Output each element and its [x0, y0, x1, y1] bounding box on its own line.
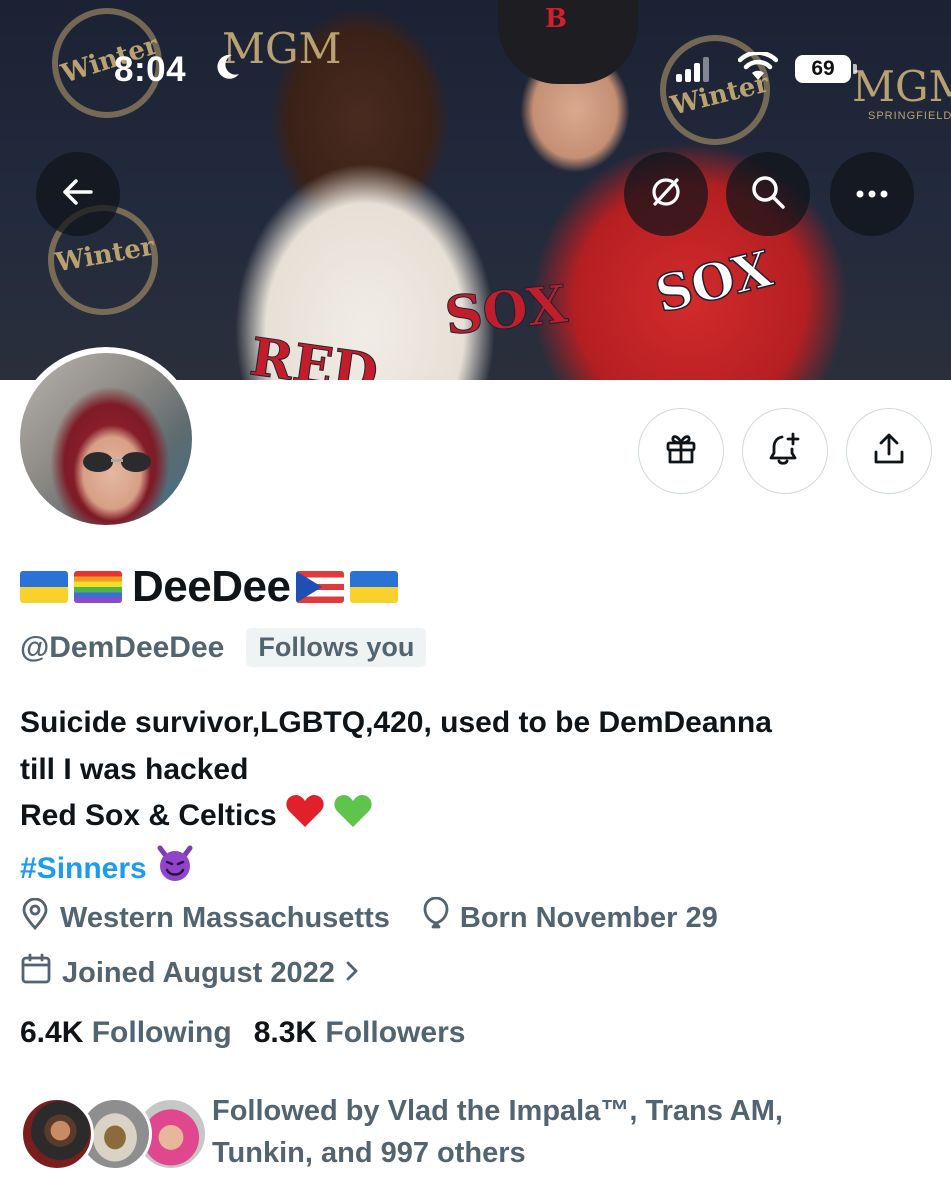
- follower-avatar: [20, 1097, 94, 1171]
- birthday-text: Born November 29: [459, 901, 718, 934]
- bio-line: Suicide survivor,LGBTQ,420, used to be D…: [20, 706, 772, 739]
- hashtag-link[interactable]: #Sinners: [20, 852, 147, 885]
- location-item: Western Massachusetts: [20, 897, 390, 938]
- wifi-icon: [737, 50, 779, 87]
- location-pin-icon: [20, 897, 50, 938]
- gift-button[interactable]: [638, 408, 724, 494]
- ukraine-flag-emoji: [350, 571, 399, 603]
- avatar-photo: [20, 353, 192, 525]
- bio-line-text: Red Sox & Celtics: [20, 799, 277, 832]
- cellular-signal-icon: [676, 56, 710, 82]
- banner-cap: [498, 0, 638, 84]
- profile-name-row: DeeDee: [20, 562, 399, 611]
- followed-by-line: Tunkin, and 997 others: [212, 1137, 526, 1169]
- back-button[interactable]: [36, 152, 120, 236]
- grok-button[interactable]: [624, 152, 708, 236]
- share-icon: [872, 432, 906, 471]
- following-count: 6.4K: [20, 1016, 84, 1049]
- followers-label: Followers: [325, 1016, 466, 1049]
- chevron-right-icon: [345, 957, 359, 990]
- moon-icon: [214, 52, 242, 90]
- profile-bio: Suicide survivor,LGBTQ,420, used to be D…: [20, 700, 930, 896]
- handle-row: @DemDeeDee Follows you: [20, 628, 427, 667]
- followed-by-line: Followed by Vlad the Impala™, Trans AM,: [212, 1095, 783, 1127]
- banner-jersey-text: SOX: [649, 238, 779, 325]
- avatar-glasses: [83, 452, 151, 472]
- followers-link[interactable]: 8.3K Followers: [254, 1016, 466, 1050]
- birthday-item: Born November 29: [422, 896, 718, 939]
- bio-line-4: #Sinners: [20, 844, 930, 897]
- followed-by-row[interactable]: Followed by Vlad the Impala™, Trans AM, …: [20, 1090, 872, 1174]
- puerto-rico-flag-emoji: [296, 571, 345, 603]
- joined-row[interactable]: Joined August 2022: [20, 953, 391, 993]
- battery-indicator: 69: [795, 55, 857, 83]
- bio-line: till I was hacked: [20, 752, 249, 786]
- bio-line-3: Red Sox & Celtics: [20, 793, 930, 844]
- gift-icon: [664, 432, 698, 471]
- search-icon: [750, 174, 786, 215]
- grok-icon: [648, 174, 684, 215]
- follows-you-badge: Follows you: [246, 628, 427, 667]
- user-handle: @DemDeeDee: [20, 630, 225, 664]
- banner-poster-sub: SPRINGFIELD: [868, 110, 951, 122]
- banner-poster-brand: MGM: [852, 62, 951, 111]
- smiling-devil-emoji: [155, 844, 195, 897]
- profile-meta-row: Western Massachusetts Born November 29: [20, 896, 750, 939]
- more-button[interactable]: [830, 152, 914, 236]
- calendar-icon: [20, 953, 52, 993]
- location-text: Western Massachusetts: [60, 901, 390, 934]
- follow-stats: 6.4K Following 8.3K Followers: [20, 1016, 465, 1050]
- search-button[interactable]: [726, 152, 810, 236]
- followed-by-text[interactable]: Followed by Vlad the Impala™, Trans AM, …: [212, 1090, 872, 1174]
- profile-avatar[interactable]: [14, 347, 198, 531]
- balloon-icon: [422, 896, 450, 939]
- following-link[interactable]: 6.4K Following: [20, 1016, 232, 1050]
- ukraine-flag-emoji: [20, 571, 68, 603]
- followers-count: 8.3K: [253, 1016, 318, 1049]
- banner-jersey-text: RED: [246, 326, 382, 380]
- following-label: Following: [91, 1016, 232, 1049]
- status-time: 8:04: [114, 50, 187, 89]
- more-icon: [856, 185, 888, 203]
- joined-text: Joined August 2022: [62, 956, 335, 989]
- red-heart-emoji: [285, 793, 325, 844]
- joined-item[interactable]: Joined August 2022: [20, 953, 359, 993]
- followed-by-avatars: [20, 1093, 208, 1171]
- back-arrow-icon: [62, 178, 94, 211]
- bell-plus-icon: [767, 431, 803, 472]
- banner-jersey-text: SOX: [442, 273, 571, 348]
- rainbow-flag-emoji: [74, 571, 122, 603]
- notify-button[interactable]: [742, 408, 828, 494]
- green-heart-emoji: [333, 793, 373, 844]
- display-name: DeeDee: [132, 562, 291, 611]
- banner-cap-letter: B: [545, 4, 567, 34]
- share-button[interactable]: [846, 408, 932, 494]
